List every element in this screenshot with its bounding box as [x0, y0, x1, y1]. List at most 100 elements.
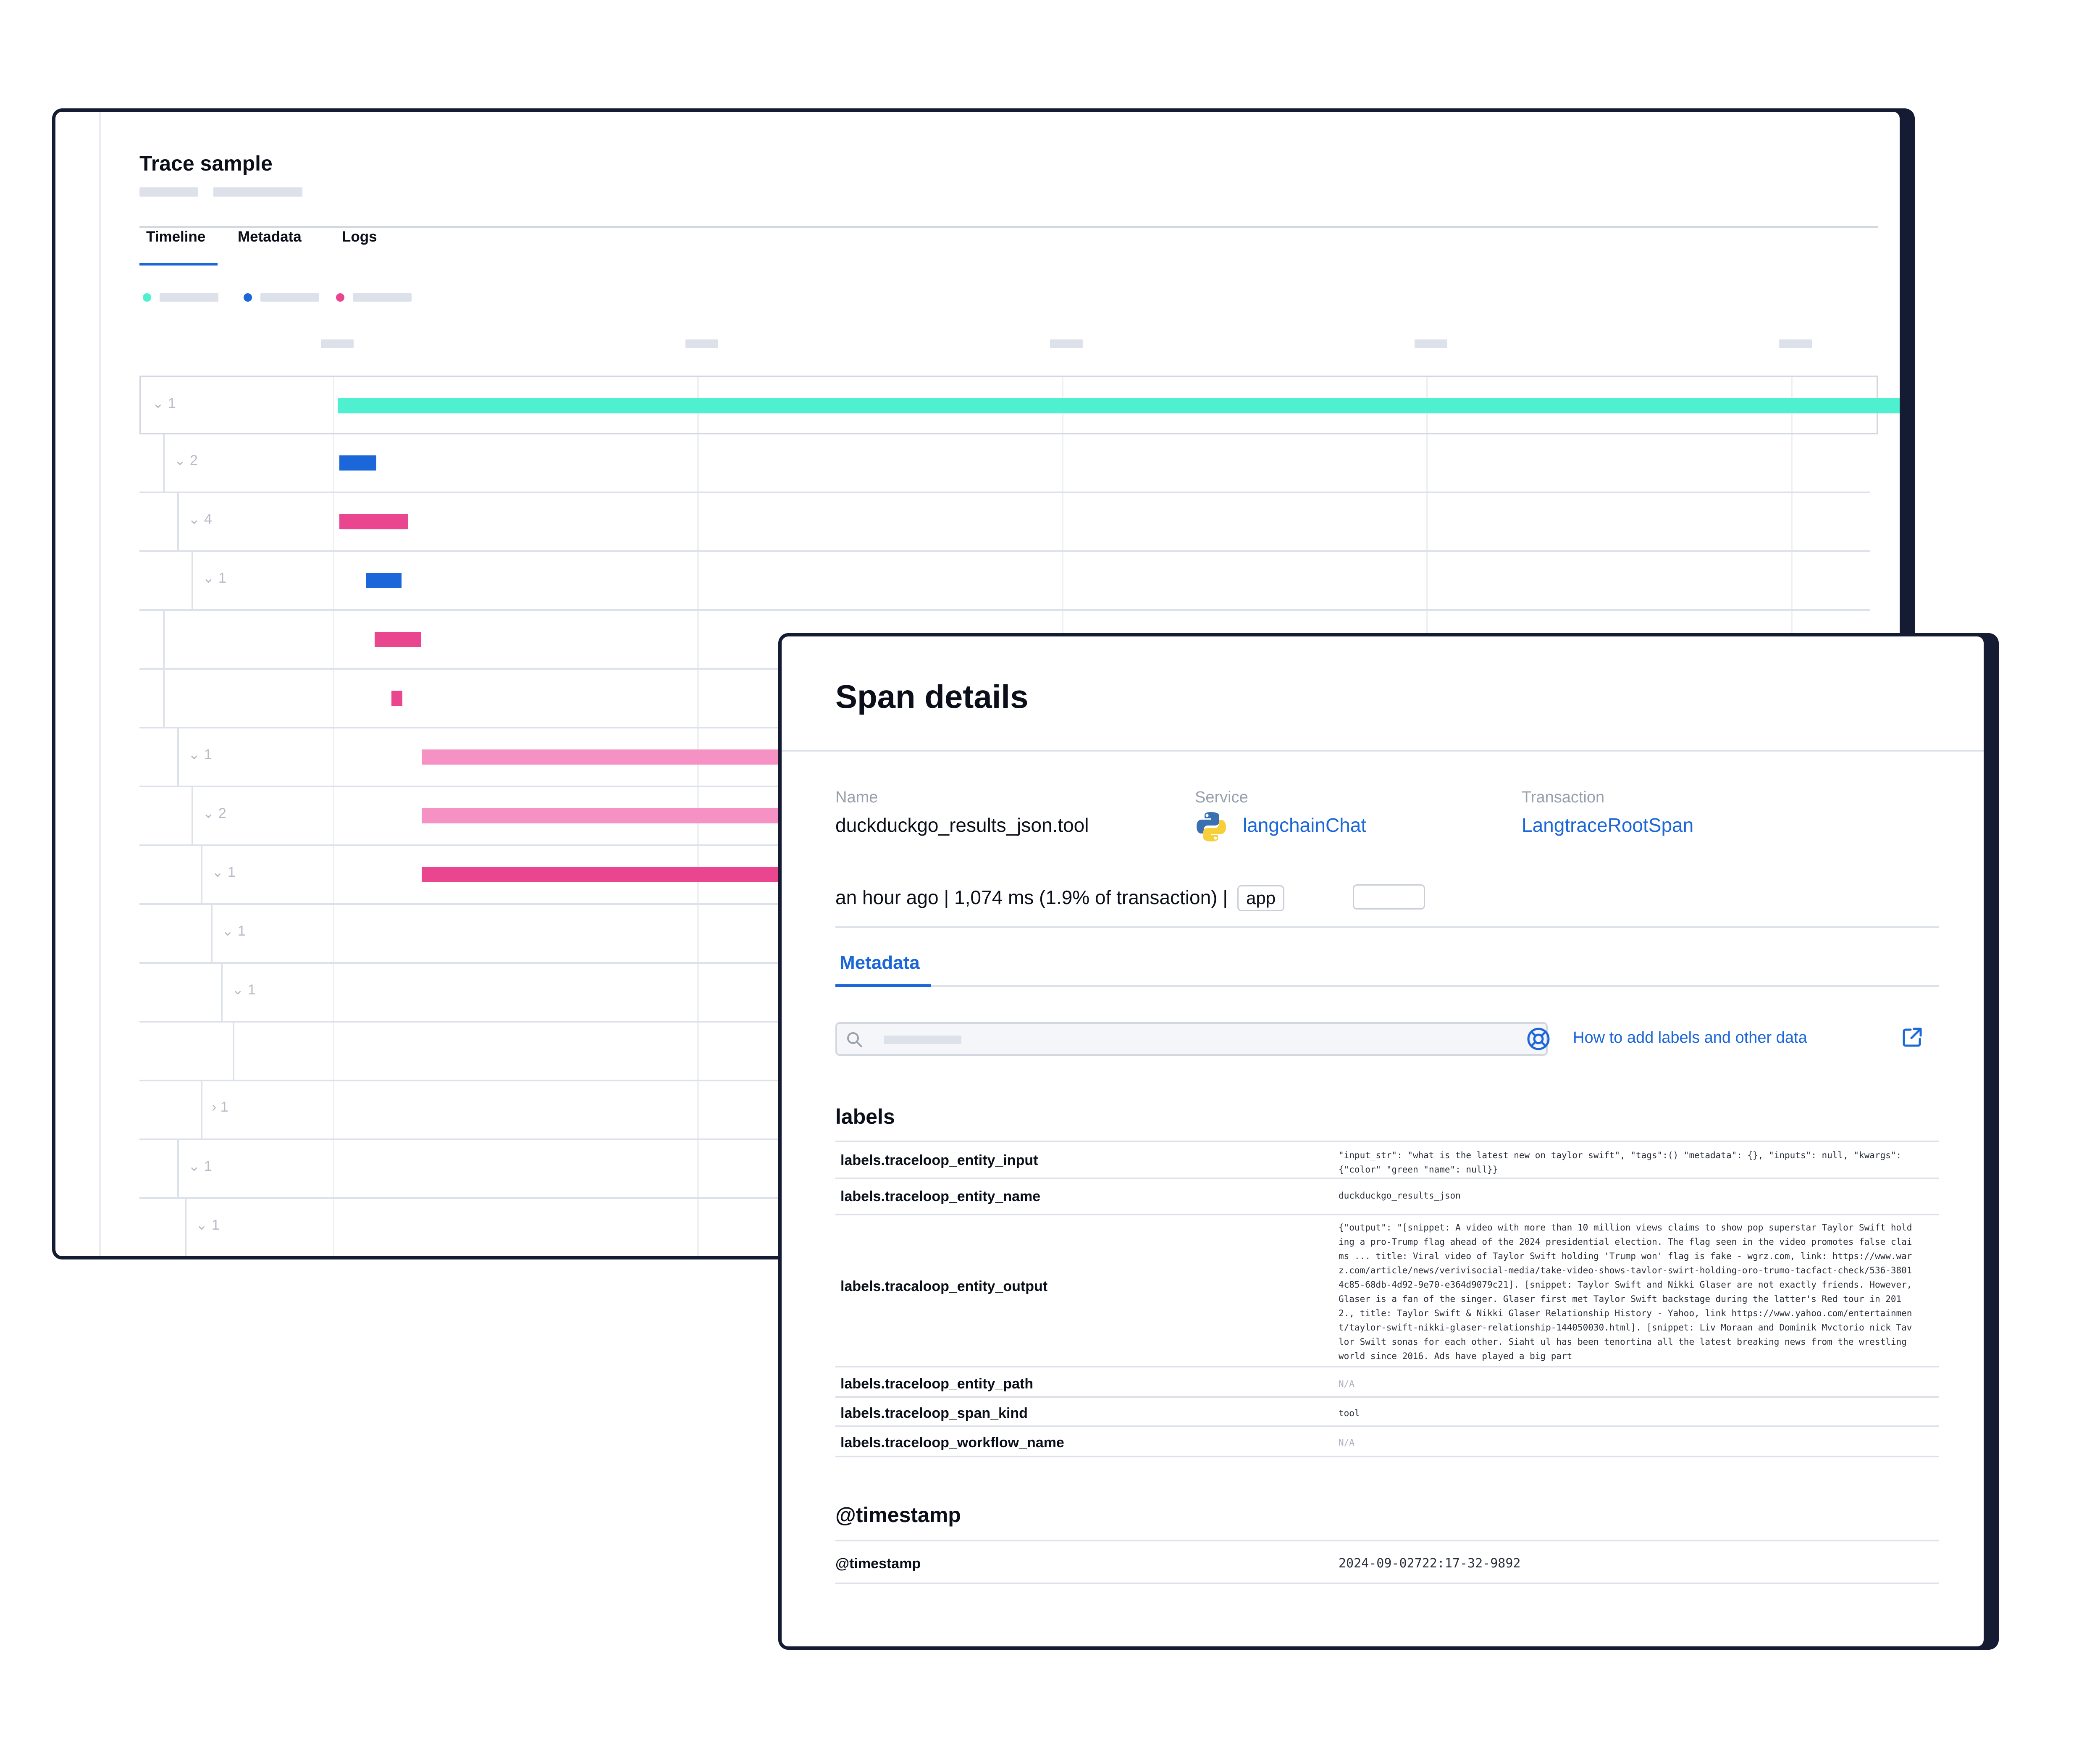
- table-row-divider: [835, 1214, 1939, 1215]
- active-tab-indicator: [835, 984, 931, 987]
- timestamp-section-title: @timestamp: [835, 1503, 961, 1527]
- axis-tick-placeholder: [1050, 339, 1083, 348]
- axis-tick-placeholder: [1779, 339, 1812, 348]
- span-bar[interactable]: [366, 573, 402, 588]
- legend-dot-pink: [336, 293, 344, 302]
- tab-timeline[interactable]: Timeline: [146, 229, 205, 245]
- empty-chip: [1353, 884, 1425, 910]
- label-key: labels.traceloop_span_kind: [840, 1405, 1028, 1421]
- label-key: labels.traceloop_entity_path: [840, 1376, 1034, 1392]
- tab-bar-divider: [835, 985, 1939, 987]
- chevron-down-icon[interactable]: ⌄ 1: [212, 864, 236, 881]
- indent-guide: [163, 611, 165, 668]
- transaction-link[interactable]: LangtraceRootSpan: [1522, 814, 1693, 836]
- legend-label-placeholder: [260, 293, 319, 302]
- help-link[interactable]: How to add labels and other data: [1573, 1029, 1807, 1047]
- span-meta-line: an hour ago | 1,074 ms (1.9% of transact…: [835, 885, 1285, 911]
- tab-metadata[interactable]: Metadata: [238, 229, 302, 245]
- trace-row[interactable]: ⌄ 2: [139, 434, 1870, 493]
- chevron-down-icon[interactable]: ⌄ 2: [202, 805, 226, 822]
- transaction-label: Transaction: [1522, 789, 1605, 806]
- indent-guide: [211, 905, 213, 962]
- table-row-divider: [835, 1425, 1939, 1427]
- placeholder-text: [213, 187, 302, 197]
- name-value: duckduckgo_results_json.tool: [835, 814, 1089, 836]
- trace-row[interactable]: ⌄ 1: [139, 376, 1900, 434]
- indent-guide: [177, 493, 179, 550]
- lifebuoy-icon: [1527, 1028, 1550, 1050]
- label-value: tool: [1339, 1408, 1360, 1418]
- chevron-down-icon[interactable]: ⌄ 1: [196, 1217, 220, 1233]
- external-link-icon[interactable]: [1900, 1025, 1924, 1049]
- indent-guide: [163, 670, 165, 727]
- indent-guide: [185, 1199, 186, 1256]
- table-row-divider: [835, 1366, 1939, 1367]
- service-link[interactable]: langchainChat: [1243, 814, 1366, 836]
- span-bar[interactable]: [375, 632, 421, 647]
- indent-guide: [192, 787, 193, 844]
- span-details-panel: Span details Name duckduckgo_results_jso…: [778, 633, 1987, 1650]
- tab-logs[interactable]: Logs: [342, 229, 377, 245]
- legend-label-placeholder: [160, 293, 218, 302]
- label-key: labels.tracaloop_entity_output: [840, 1278, 1048, 1294]
- label-value: {"output": "[snippet: A video with more …: [1339, 1223, 1912, 1361]
- indent-guide: [177, 728, 179, 786]
- label-value: duckduckgo_results_json: [1339, 1191, 1461, 1201]
- legend-dot-blue: [244, 293, 252, 302]
- chevron-down-icon[interactable]: ⌄ 1: [152, 395, 176, 412]
- span-details-title: Span details: [835, 678, 1029, 715]
- indent-guide: [201, 1081, 202, 1138]
- table-row-divider: [835, 1178, 1939, 1179]
- label-key: labels.traceloop_entity_name: [840, 1188, 1041, 1204]
- trace-row[interactable]: ⌄ 4: [139, 493, 1870, 552]
- active-tab-indicator: [139, 263, 218, 266]
- chevron-down-icon[interactable]: ⌄ 2: [174, 452, 198, 469]
- panel-gutter: [99, 112, 101, 1256]
- search-input[interactable]: [835, 1022, 1548, 1056]
- span-timing-text: an hour ago | 1,074 ms (1.9% of transact…: [835, 886, 1228, 908]
- divider: [835, 1141, 1939, 1142]
- table-row-divider: [835, 1396, 1939, 1398]
- legend-label-placeholder: [353, 293, 412, 302]
- axis-tick-placeholder: [685, 339, 718, 348]
- chevron-down-icon[interactable]: ⌄ 1: [222, 923, 246, 939]
- name-label: Name: [835, 789, 878, 806]
- span-bar[interactable]: [391, 691, 402, 706]
- timestamp-key: @timestamp: [835, 1556, 921, 1572]
- chevron-down-icon[interactable]: ⌄ 1: [232, 981, 256, 998]
- search-icon: [847, 1032, 862, 1047]
- indent-guide: [201, 846, 202, 903]
- trace-title: Trace sample: [139, 152, 273, 175]
- divider: [835, 1583, 1939, 1584]
- legend-dot-teal: [143, 293, 151, 302]
- tab-bar-divider: [139, 226, 1878, 228]
- chevron-down-icon[interactable]: ⌄ 1: [188, 746, 212, 763]
- indent-guide: [192, 552, 193, 609]
- table-row-divider: [835, 1456, 1939, 1457]
- chevron-down-icon[interactable]: ⌄ 4: [188, 511, 212, 528]
- label-value: "input_str": "what is the latest new on …: [1339, 1150, 1902, 1175]
- trace-row[interactable]: ⌄ 1: [139, 552, 1870, 611]
- span-bar[interactable]: [338, 398, 1900, 413]
- span-bar[interactable]: [339, 514, 408, 529]
- tab-metadata[interactable]: Metadata: [840, 952, 920, 973]
- label-value: N/A: [1339, 1379, 1354, 1389]
- labels-section-title: labels: [835, 1105, 895, 1128]
- indent-guide: [177, 1140, 179, 1197]
- axis-tick-placeholder: [1415, 339, 1447, 348]
- chevron-down-icon[interactable]: ⌄ 1: [202, 570, 226, 586]
- axis-tick-placeholder: [321, 339, 354, 348]
- indent-guide: [233, 1023, 234, 1080]
- service-type-chip: app: [1237, 885, 1285, 911]
- search-placeholder: [884, 1036, 961, 1044]
- divider: [835, 1540, 1939, 1541]
- label-key: labels.traceloop_entity_input: [840, 1152, 1038, 1168]
- label-key: labels.traceloop_workflow_name: [840, 1435, 1064, 1451]
- divider: [835, 926, 1939, 928]
- indent-guide: [163, 434, 165, 492]
- chevron-down-icon[interactable]: ⌄ 1: [188, 1158, 212, 1175]
- chevron-right-icon[interactable]: › 1: [212, 1099, 228, 1115]
- span-bar[interactable]: [339, 455, 376, 471]
- label-value: N/A: [1339, 1438, 1354, 1448]
- indent-guide: [221, 964, 223, 1021]
